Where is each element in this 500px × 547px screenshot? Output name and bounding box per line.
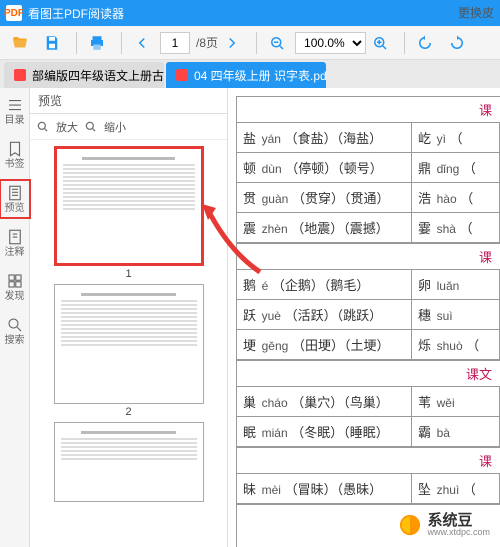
preview-toolbar: 放大 缩小 bbox=[30, 114, 227, 140]
char-cell: 鼎 dǐng （ bbox=[412, 153, 500, 182]
sidebar-item-bookmarks[interactable]: 书签 bbox=[2, 138, 28, 172]
char-cell: 贯 guàn （贯穿）（贯通） bbox=[237, 183, 412, 212]
zoom-in-link[interactable]: 放大 bbox=[56, 119, 78, 135]
tab-doc-2[interactable]: 04 四年级上册 识字表.pdf× bbox=[166, 62, 326, 88]
thumbnail-2[interactable]: 2 bbox=[54, 284, 204, 418]
section-head: 课 bbox=[237, 244, 500, 270]
sidebar-item-notes[interactable]: 注释 bbox=[2, 226, 28, 260]
section-head: 课文 bbox=[237, 361, 500, 387]
char-cell: 跃 yuè （活跃）（跳跃） bbox=[237, 300, 412, 329]
char-cell: 穗 suì bbox=[412, 300, 500, 329]
char-cell: 坠 zhuì （ bbox=[412, 474, 500, 503]
section-head: 课 bbox=[237, 448, 500, 474]
char-cell: 苇 wěi bbox=[412, 387, 500, 416]
rotate-right-button[interactable] bbox=[443, 29, 471, 57]
main-toolbar: /8页 100.0% 更换皮 bbox=[0, 26, 500, 60]
zoom-select[interactable]: 100.0% bbox=[295, 32, 366, 54]
char-cell: 烁 shuò （ bbox=[412, 330, 500, 359]
char-cell: 霸 bà bbox=[412, 417, 500, 446]
pdf-icon bbox=[14, 69, 26, 81]
table-row: 盐 yán （食盐）（海盐）屹 yì （ bbox=[237, 123, 500, 153]
thumbnail-1[interactable]: 1 bbox=[54, 146, 204, 280]
sidebar-item-toc[interactable]: 目录 bbox=[2, 94, 28, 128]
separator bbox=[404, 32, 405, 54]
section-head: 课 bbox=[237, 97, 500, 123]
char-cell: 巢 cháo （巢穴）（鸟巢） bbox=[237, 387, 412, 416]
char-cell: 浩 hào （ bbox=[412, 183, 500, 212]
print-button[interactable] bbox=[83, 29, 111, 57]
document-tabs: 部编版四年级语文上册古诗背诵× 04 四年级上册 识字表.pdf× bbox=[0, 60, 500, 88]
char-cell: 昧 mèi （冒昧）（愚昧） bbox=[237, 474, 412, 503]
watermark-url: www.xtdpc.com bbox=[427, 528, 490, 537]
separator bbox=[256, 32, 257, 54]
char-cell: 鹅 é （企鹅）（鹅毛） bbox=[237, 270, 412, 299]
char-cell: 埂 gěng （田埂）（土埂） bbox=[237, 330, 412, 359]
thumb-page-number: 1 bbox=[125, 268, 131, 280]
app-logo: PDF bbox=[6, 5, 22, 21]
thumbnail-3[interactable] bbox=[54, 422, 204, 502]
document-view[interactable]: 课盐 yán （食盐）（海盐）屹 yì （顿 dùn （停顿）（顿号）鼎 dǐn… bbox=[228, 88, 500, 547]
sidebar: 目录 书签 预览 注释 发现 搜索 bbox=[0, 88, 30, 547]
page-input[interactable] bbox=[160, 32, 190, 54]
watermark-logo-icon bbox=[399, 514, 421, 536]
thumb-page-number: 2 bbox=[125, 406, 131, 418]
tab-doc-1[interactable]: 部编版四年级语文上册古诗背诵× bbox=[4, 62, 164, 88]
table-row: 巢 cháo （巢穴）（鸟巢）苇 wěi bbox=[237, 387, 500, 417]
table-row: 震 zhèn （地震）（震撼）霎 shà （ bbox=[237, 213, 500, 243]
zoom-out-link[interactable]: 缩小 bbox=[104, 119, 126, 135]
magnify-icon bbox=[36, 120, 50, 134]
char-cell: 眠 mián （冬眠）（睡眠） bbox=[237, 417, 412, 446]
separator bbox=[76, 32, 77, 54]
char-cell: 震 zhèn （地震）（震撼） bbox=[237, 213, 412, 242]
rotate-left-button[interactable] bbox=[411, 29, 439, 57]
char-cell: 霎 shà （ bbox=[412, 213, 500, 242]
titlebar: PDF 看图王PDF阅读器 bbox=[0, 0, 500, 26]
tab-label: 04 四年级上册 识字表.pdf bbox=[194, 67, 326, 84]
table-row: 跃 yuè （活跃）（跳跃）穗 suì bbox=[237, 300, 500, 330]
table-row: 顿 dùn （停顿）（顿号）鼎 dǐng （ bbox=[237, 153, 500, 183]
sidebar-item-discover[interactable]: 发现 bbox=[2, 270, 28, 304]
pdf-icon bbox=[176, 69, 188, 81]
next-page-button[interactable] bbox=[218, 29, 246, 57]
app-title: 看图王PDF阅读器 bbox=[28, 5, 124, 22]
zoom-in-button[interactable] bbox=[366, 29, 394, 57]
char-cell: 屹 yì （ bbox=[412, 123, 500, 152]
preview-title: 预览 bbox=[30, 88, 227, 114]
watermark-name: 系统豆 bbox=[427, 513, 490, 528]
tab-label: 部编版四年级语文上册古诗背诵 bbox=[32, 67, 164, 84]
thumbnails: 1 2 bbox=[30, 140, 227, 547]
preview-panel: 预览 放大 缩小 1 2 bbox=[30, 88, 228, 547]
table-row: 埂 gěng （田埂）（土埂）烁 shuò （ bbox=[237, 330, 500, 360]
char-cell: 盐 yán （食盐）（海盐） bbox=[237, 123, 412, 152]
separator bbox=[121, 32, 122, 54]
char-cell: 卵 luǎn bbox=[412, 270, 500, 299]
char-cell: 顿 dùn （停顿）（顿号） bbox=[237, 153, 412, 182]
table-row: 眠 mián （冬眠）（睡眠）霸 bà bbox=[237, 417, 500, 447]
zoom-out-button[interactable] bbox=[263, 29, 291, 57]
open-file-button[interactable] bbox=[6, 29, 34, 57]
sidebar-item-search[interactable]: 搜索 bbox=[2, 314, 28, 348]
table-row: 昧 mèi （冒昧）（愚昧）坠 zhuì （ bbox=[237, 474, 500, 504]
table-row: 贯 guàn （贯穿）（贯通）浩 hào （ bbox=[237, 183, 500, 213]
page-indicator: /8页 bbox=[160, 32, 218, 54]
save-button[interactable] bbox=[38, 29, 66, 57]
page-total: /8页 bbox=[196, 34, 218, 51]
prev-page-button[interactable] bbox=[128, 29, 156, 57]
table-row: 鹅 é （企鹅）（鹅毛）卵 luǎn bbox=[237, 270, 500, 300]
watermark: 系统豆www.xtdpc.com bbox=[395, 511, 494, 539]
magnify-icon bbox=[84, 120, 98, 134]
sidebar-item-preview[interactable]: 预览 bbox=[2, 182, 28, 216]
skin-link[interactable]: 更换皮 bbox=[458, 4, 494, 21]
